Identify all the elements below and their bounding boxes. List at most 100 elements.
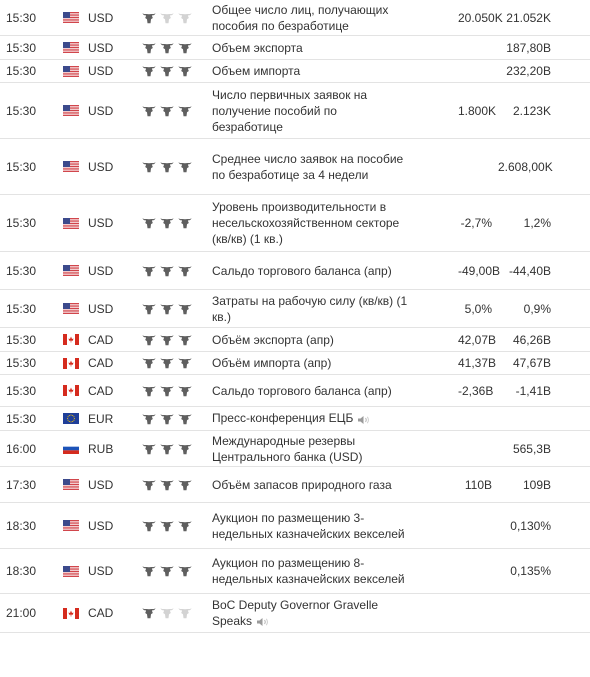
event-name[interactable]: Аукцион по размещению 3-недельных казнач…: [208, 508, 416, 544]
previous-value: -44,40B: [508, 263, 551, 278]
currency-code: USD: [88, 159, 114, 174]
bull-icon: [142, 217, 156, 229]
event-name-text[interactable]: Объём экспорта (апр): [212, 333, 334, 347]
us-flag-icon: [60, 217, 82, 229]
currency-code: USD: [88, 564, 114, 578]
event-name[interactable]: Уровень производительности в несельскохо…: [208, 197, 416, 249]
us-flag-icon: [60, 12, 82, 23]
bull-icon: [160, 520, 174, 532]
event-name[interactable]: Объем импорта: [208, 61, 416, 81]
event-name-text[interactable]: Уровень производительности в несельскохо…: [212, 200, 399, 246]
event-name-text[interactable]: Затраты на рабочую силу (кв/кв) (1 кв.): [212, 294, 407, 324]
bull-icon: [178, 105, 192, 117]
bull-icon: [142, 65, 156, 77]
table-row[interactable]: 15:30 CAD Объём экспорта (апр) 42,07B 46,26B: [0, 328, 590, 352]
table-row[interactable]: 15:30 USD Общее число лиц, получающих посо…: [0, 0, 590, 36]
currency-code: USD: [88, 518, 114, 533]
bull-icon: [160, 479, 174, 491]
event-name-text[interactable]: Аукцион по размещению 8-недельных казнач…: [212, 556, 405, 586]
currency-code: CAD: [88, 383, 114, 398]
event-name[interactable]: Общее число лиц, получающих пособия по б…: [208, 0, 416, 36]
table-row[interactable]: 15:30 USD Число первичных заявок на получе…: [0, 83, 590, 139]
bull-icon: [178, 357, 192, 369]
event-name[interactable]: Международные резервы Центрального банка…: [208, 431, 416, 467]
importance-rating: [132, 607, 208, 619]
event-name-text[interactable]: Общее число лиц, получающих пособия по б…: [212, 3, 388, 33]
event-name[interactable]: Объём запасов природного газа: [208, 475, 416, 495]
event-name-text[interactable]: Сальдо торгового баланса (апр): [212, 384, 392, 398]
event-name-text[interactable]: Объём импорта (апр): [212, 356, 331, 370]
table-row[interactable]: 17:30 USD Объём запасов природного газа 110…: [0, 467, 590, 503]
bull-icon: [160, 265, 174, 277]
table-row[interactable]: 15:30 CAD Сальдо торгового баланса (апр) -2…: [0, 375, 590, 407]
bull-icon: [178, 443, 192, 455]
forecast-value: 110B: [464, 477, 492, 492]
bull-icon: [142, 443, 156, 455]
event-name-text[interactable]: Число первичных заявок на получение посо…: [212, 88, 367, 134]
event-name-text[interactable]: Объём запасов природного газа: [212, 478, 392, 492]
event-name-text[interactable]: Пресс-конференция ЕЦБ: [212, 411, 353, 425]
forecast-value: 41,37B: [458, 356, 497, 370]
importance-rating: [132, 443, 208, 455]
bull-icon: [160, 105, 174, 117]
economic-calendar-table: 15:30 USD Общее число лиц, получающих посо…: [0, 0, 590, 633]
event-name-text[interactable]: Объем экспорта: [212, 41, 303, 55]
bull-icon: [160, 334, 174, 346]
event-name[interactable]: Аукцион по размещению 8-недельных казнач…: [208, 553, 416, 589]
event-name[interactable]: BoC Deputy Governor Gravelle Speaks: [208, 595, 416, 632]
event-name-text[interactable]: Международные резервы Центрального банка…: [212, 434, 362, 464]
table-row[interactable]: 18:30 USD Аукцион по размещению 3-недельны…: [0, 503, 590, 549]
importance-rating: [132, 42, 208, 54]
us-flag-icon: [60, 161, 82, 172]
table-row[interactable]: 16:00 RUB Международные резервы Центрально…: [0, 431, 590, 467]
bull-icon: [178, 12, 192, 24]
previous-value: 47,67B: [512, 356, 551, 370]
table-row[interactable]: 15:30 EUR Пресс-конференция ЕЦБ: [0, 407, 590, 431]
bull-icon: [178, 607, 192, 619]
table-row[interactable]: 15:30 CAD Объём импорта (апр) 41,37B 47,67B: [0, 352, 590, 375]
bull-icon: [142, 565, 156, 577]
table-row[interactable]: 15:30 USD Сальдо торгового баланса (апр) -4…: [0, 252, 590, 290]
event-time: 16:00: [6, 441, 37, 456]
table-row[interactable]: 15:30 USD Объем экспорта 187,80B: [0, 36, 590, 60]
importance-rating: [132, 105, 208, 117]
bull-icon: [160, 12, 174, 24]
table-row[interactable]: 15:30 USD Уровень производительности в нес…: [0, 195, 590, 252]
table-row[interactable]: 15:30 USD Затраты на рабочую силу (кв/кв) …: [0, 290, 590, 328]
previous-value: 2.123K: [512, 103, 551, 118]
event-name-text[interactable]: Аукцион по размещению 3-недельных казнач…: [212, 511, 405, 541]
us-flag-icon: [60, 105, 82, 116]
previous-value: 109B: [522, 477, 551, 492]
event-name[interactable]: Сальдо торгового баланса (апр): [208, 381, 416, 401]
event-name[interactable]: Число первичных заявок на получение посо…: [208, 85, 416, 137]
event-name[interactable]: Объём импорта (апр): [208, 353, 416, 373]
table-row[interactable]: 15:30 USD Объем импорта 232,20B: [0, 60, 590, 83]
event-name-text[interactable]: Сальдо торгового баланса (апр): [212, 264, 392, 278]
ru-flag-icon: [60, 443, 82, 454]
event-name-text[interactable]: Среднее число заявок на пособие по безра…: [212, 152, 403, 182]
forecast-value: -49,00B: [458, 263, 501, 278]
event-name[interactable]: Объём экспорта (апр): [208, 330, 416, 350]
event-name[interactable]: Среднее число заявок на пособие по безра…: [208, 149, 416, 185]
table-row[interactable]: 18:30 USD Аукцион по размещению 8-недельны…: [0, 549, 590, 594]
event-name-text[interactable]: Объем импорта: [212, 64, 300, 78]
event-name-text[interactable]: BoC Deputy Governor Gravelle Speaks: [212, 598, 378, 628]
us-flag-icon: [60, 65, 82, 77]
event-time: 18:30: [6, 564, 37, 578]
table-row[interactable]: 21:00 CAD BoC Deputy Governor Gravelle Spe…: [0, 594, 590, 633]
bull-icon: [178, 565, 192, 577]
eu-flag-icon: [60, 413, 82, 424]
previous-value: 232,20B: [506, 64, 551, 78]
table-row[interactable]: 15:30 USD Среднее число заявок на пособие …: [0, 139, 590, 195]
event-name[interactable]: Затраты на рабочую силу (кв/кв) (1 кв.): [208, 291, 416, 327]
bull-icon: [178, 479, 192, 491]
importance-rating: [132, 265, 208, 277]
event-name[interactable]: Объем экспорта: [208, 38, 416, 58]
event-name[interactable]: Пресс-конференция ЕЦБ: [208, 408, 416, 429]
bull-icon: [178, 385, 192, 397]
importance-rating: [132, 385, 208, 397]
bull-icon: [160, 42, 174, 54]
bull-icon: [160, 565, 174, 577]
bull-icon: [142, 12, 156, 24]
event-name[interactable]: Сальдо торгового баланса (апр): [208, 261, 416, 281]
